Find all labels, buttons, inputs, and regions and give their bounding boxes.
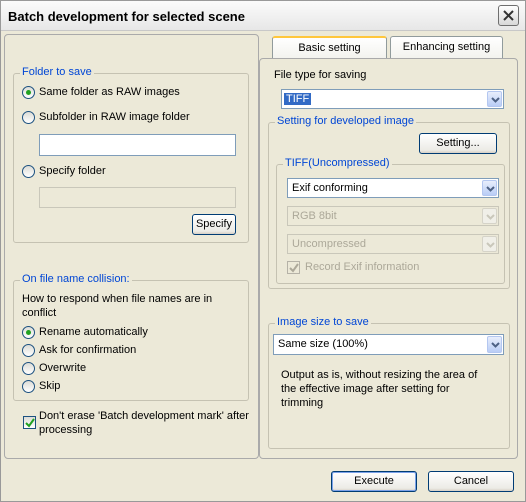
radio-same-folder[interactable] bbox=[22, 86, 35, 99]
setting-button-label: Setting... bbox=[436, 137, 480, 149]
tab-basic-setting-label: Basic setting bbox=[298, 42, 361, 54]
left-panel: Folder to save Same folder as RAW images… bbox=[4, 34, 259, 459]
exif-value: Exif conforming bbox=[292, 182, 368, 194]
tiff-group: TIFF(Uncompressed) Exif conforming RGB 8… bbox=[276, 157, 505, 284]
exif-dropdown-button[interactable] bbox=[482, 180, 497, 196]
image-size-select[interactable]: Same size (100%) bbox=[273, 334, 504, 355]
cancel-button-label: Cancel bbox=[453, 475, 489, 487]
compression-dropdown-button[interactable] bbox=[482, 236, 497, 252]
dropdown-arrow-icon bbox=[486, 214, 495, 220]
radio-overwrite-label[interactable]: Overwrite bbox=[39, 362, 86, 374]
image-size-dropdown-button[interactable] bbox=[487, 336, 502, 353]
image-size-label: Image size to save bbox=[275, 316, 371, 328]
dropdown-arrow-icon bbox=[486, 186, 495, 192]
cancel-button[interactable]: Cancel bbox=[428, 471, 514, 492]
image-size-description-line2: the effective image after setting for bbox=[281, 383, 450, 395]
exif-select[interactable]: Exif conforming bbox=[287, 178, 499, 198]
file-type-dropdown-button[interactable] bbox=[487, 91, 502, 107]
color-depth-dropdown-button[interactable] bbox=[482, 208, 497, 224]
tab-enhancing-setting[interactable]: Enhancing setting bbox=[390, 36, 503, 58]
subfolder-input[interactable] bbox=[39, 134, 236, 156]
file-type-value: TIFF bbox=[284, 93, 312, 105]
collision-group: On file name collision: How to respond w… bbox=[13, 273, 249, 401]
dropdown-arrow-icon bbox=[491, 97, 500, 103]
checkmark-icon bbox=[289, 263, 299, 273]
radio-rename-automatically-label[interactable]: Rename automatically bbox=[39, 326, 148, 338]
collision-description-line2: conflict bbox=[22, 307, 57, 319]
image-size-group: Image size to save Same size (100%) Outp… bbox=[268, 316, 510, 449]
dialog-window: Batch development for selected scene Fol… bbox=[0, 0, 526, 502]
record-exif-checkbox[interactable] bbox=[287, 261, 300, 274]
radio-ask-confirmation-label[interactable]: Ask for confirmation bbox=[39, 344, 136, 356]
close-button[interactable] bbox=[498, 5, 519, 26]
record-exif-label: Record Exif information bbox=[305, 261, 420, 273]
dont-erase-label-line2[interactable]: processing bbox=[39, 424, 92, 436]
color-depth-select[interactable]: RGB 8bit bbox=[287, 206, 499, 226]
radio-rename-automatically[interactable] bbox=[22, 326, 35, 339]
radio-specify-folder-label[interactable]: Specify folder bbox=[39, 165, 106, 177]
image-size-description-line3: trimming bbox=[281, 397, 324, 409]
compression-value: Uncompressed bbox=[292, 238, 366, 250]
radio-subfolder-label[interactable]: Subfolder in RAW image folder bbox=[39, 111, 190, 123]
tiff-group-label: TIFF(Uncompressed) bbox=[283, 157, 392, 169]
dropdown-arrow-icon bbox=[491, 342, 500, 348]
radio-specify-folder[interactable] bbox=[22, 165, 35, 178]
file-type-select[interactable]: TIFF bbox=[281, 89, 504, 109]
developed-image-label: Setting for developed image bbox=[275, 115, 416, 127]
execute-button[interactable]: Execute bbox=[331, 471, 417, 492]
setting-button[interactable]: Setting... bbox=[419, 133, 497, 154]
execute-button-label: Execute bbox=[354, 475, 394, 487]
checkmark-icon bbox=[25, 418, 35, 428]
specify-button[interactable]: Specify bbox=[192, 214, 236, 235]
radio-skip[interactable] bbox=[22, 380, 35, 393]
dont-erase-checkbox[interactable] bbox=[23, 416, 36, 429]
radio-subfolder[interactable] bbox=[22, 111, 35, 124]
image-size-value: Same size (100%) bbox=[278, 338, 368, 350]
right-panel: File type for saving TIFF Setting for de… bbox=[259, 58, 518, 459]
radio-skip-label[interactable]: Skip bbox=[39, 380, 60, 392]
collision-description-line1: How to respond when file names are in bbox=[22, 293, 213, 305]
developed-image-group: Setting for developed image Setting... T… bbox=[268, 115, 510, 289]
radio-same-folder-label[interactable]: Same folder as RAW images bbox=[39, 86, 180, 98]
window-title: Batch development for selected scene bbox=[8, 9, 245, 24]
close-icon bbox=[503, 10, 514, 21]
color-depth-value: RGB 8bit bbox=[292, 210, 337, 222]
dont-erase-label-line1[interactable]: Don't erase 'Batch development mark' aft… bbox=[39, 410, 249, 422]
folder-to-save-label: Folder to save bbox=[20, 66, 94, 78]
radio-overwrite[interactable] bbox=[22, 362, 35, 375]
compression-select[interactable]: Uncompressed bbox=[287, 234, 499, 254]
image-size-description-line1: Output as is, without resizing the area … bbox=[281, 369, 478, 381]
radio-ask-confirmation[interactable] bbox=[22, 344, 35, 357]
dropdown-arrow-icon bbox=[486, 242, 495, 248]
tab-basic-setting[interactable]: Basic setting bbox=[272, 36, 387, 58]
file-type-label: File type for saving bbox=[274, 69, 367, 81]
collision-label: On file name collision: bbox=[20, 273, 132, 285]
specify-folder-input[interactable] bbox=[39, 187, 236, 208]
folder-to-save-group: Folder to save Same folder as RAW images… bbox=[13, 66, 249, 243]
tab-enhancing-setting-label: Enhancing setting bbox=[402, 41, 491, 53]
specify-button-label: Specify bbox=[195, 218, 233, 230]
title-bar: Batch development for selected scene bbox=[1, 1, 525, 31]
